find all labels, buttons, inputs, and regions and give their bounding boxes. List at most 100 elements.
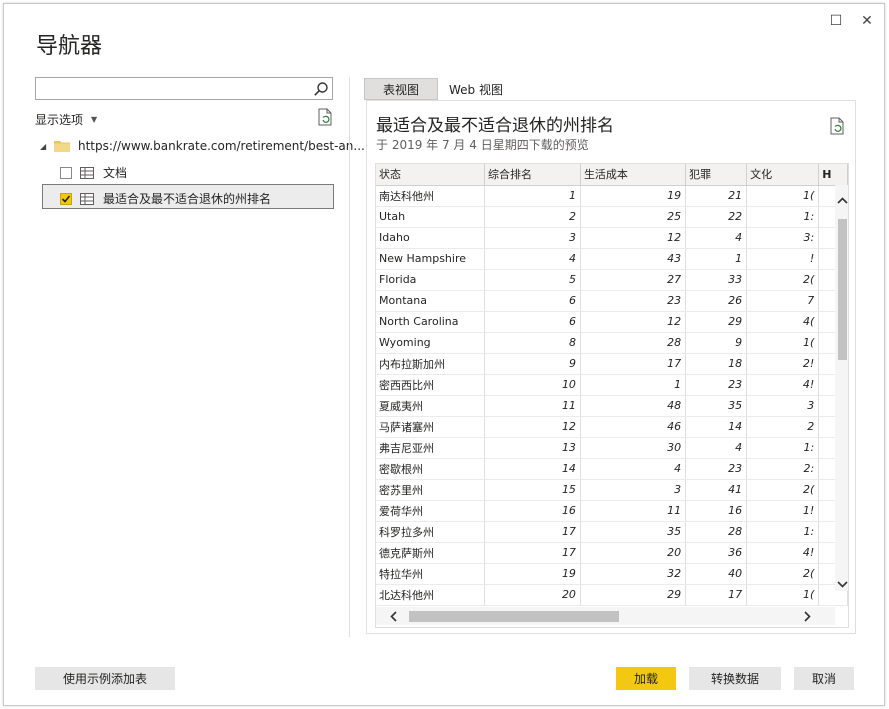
table-cell-value: 9 (685, 332, 748, 354)
horizontal-scrollbar[interactable] (376, 607, 835, 625)
scroll-left-icon[interactable] (386, 609, 400, 624)
table-cell-state: 弗吉尼亚州 (376, 437, 485, 459)
table-row[interactable]: 北达科他州 20 29 17 1( (376, 584, 848, 606)
tree-item-ranking-table[interactable]: 最适合及最不适合退休的州排名 (60, 190, 271, 207)
display-options-dropdown[interactable]: 显示选项 ▼ (35, 111, 97, 128)
table-cell-state: Idaho (376, 227, 485, 249)
search-icon[interactable] (313, 81, 329, 97)
table-row[interactable]: Utah 2 25 22 1: (376, 206, 848, 228)
table-cell-state: 北达科他州 (376, 584, 485, 606)
column-header[interactable]: 状态 (376, 164, 485, 186)
table-cell-state: 德克萨斯州 (376, 542, 485, 564)
tree-item-label: 最适合及最不适合退休的州排名 (103, 192, 272, 206)
data-grid[interactable]: 状态 综合排名 生活成本 犯罪 文化 H 南达科他州 1 19 21 1(Utah 2 25… (375, 163, 849, 628)
column-header[interactable]: 犯罪 (685, 164, 748, 186)
scroll-up-icon[interactable] (835, 193, 848, 207)
transform-data-button[interactable]: 转换数据 (689, 667, 781, 690)
table-cell-value: 1 (484, 185, 581, 207)
table-cell-value: 48 (580, 395, 687, 417)
folder-icon (54, 141, 70, 152)
tree-expander-icon[interactable]: ◢ (40, 142, 50, 151)
tree-root-label: https://www.bankrate.com/retirement/best… (78, 139, 365, 153)
table-row[interactable]: 南达科他州 1 19 21 1( (376, 185, 848, 207)
table-cell-state: 爱荷华州 (376, 500, 485, 522)
table-cell-state: Wyoming (376, 332, 485, 354)
column-header[interactable]: H (818, 164, 848, 186)
column-header[interactable]: 综合排名 (484, 164, 581, 186)
table-cell-value: 20 (484, 584, 581, 606)
navigator-dialog: 导航器 ☐ ✕ 显示选项 ▼ ◢ https://www.bankrate.co… (3, 3, 885, 706)
document-checkbox[interactable] (60, 166, 72, 179)
maximize-button[interactable]: ☐ (826, 11, 846, 31)
table-row[interactable]: 弗吉尼亚州 13 30 4 1: (376, 437, 848, 459)
tree-root-node[interactable]: ◢ https://www.bankrate.com/retirement/be… (40, 139, 365, 153)
preview-panel: 最适合及最不适合退休的州排名 于 2019 年 7 月 4 日星期四下载的预览 … (366, 100, 856, 634)
table-cell-value: 28 (580, 332, 687, 354)
table-cell-value: 15 (484, 479, 581, 501)
table-cell-state: Florida (376, 269, 485, 291)
search-input[interactable] (36, 78, 306, 99)
table-row[interactable]: Florida 5 27 33 2( (376, 269, 848, 291)
column-header[interactable]: 文化 (746, 164, 820, 186)
table-row[interactable]: Wyoming 8 28 9 1( (376, 332, 848, 354)
table-row[interactable]: New Hampshire 4 43 1! (376, 248, 848, 270)
tab-table-view[interactable]: 表视图 (364, 78, 438, 100)
table-cell-state: North Carolina (376, 311, 485, 333)
load-button[interactable]: 加载 (616, 667, 676, 690)
add-table-using-examples-button[interactable]: 使用示例添加表 (35, 667, 175, 690)
search-field[interactable] (35, 77, 333, 100)
table-cell-value: 9 (484, 353, 581, 375)
table-row[interactable]: Idaho 3 12 4 3: (376, 227, 848, 249)
column-header[interactable]: 生活成本 (580, 164, 687, 186)
scroll-right-icon[interactable] (800, 609, 814, 624)
ranking-table-checkbox[interactable] (60, 192, 72, 205)
table-cell-value: ! (746, 248, 820, 270)
table-cell-value: 16 (484, 500, 581, 522)
table-cell-value: 40 (685, 563, 748, 585)
table-cell-value: 12 (580, 227, 687, 249)
table-row[interactable]: Montana 6 23 26 7 (376, 290, 848, 312)
table-row[interactable]: 科罗拉多州 17 35 28 1: (376, 521, 848, 543)
table-cell-value: 12 (484, 416, 581, 438)
table-cell-value: 28 (685, 521, 748, 543)
table-cell-value: 3: (746, 227, 820, 249)
table-cell-value: 17 (484, 521, 581, 543)
table-cell-value: 19 (580, 185, 687, 207)
close-button[interactable]: ✕ (857, 11, 877, 31)
scroll-down-icon[interactable] (835, 577, 848, 591)
table-row[interactable]: 爱荷华州 16 11 16 1! (376, 500, 848, 522)
table-cell-value: 11 (484, 395, 581, 417)
table-cell-value: 1 (685, 248, 748, 270)
table-row[interactable]: 夏威夷州 11 48 35 3 (376, 395, 848, 417)
table-row[interactable]: 密苏里州 15 3 41 2( (376, 479, 848, 501)
table-row[interactable]: 马萨诸塞州 12 46 14 2 (376, 416, 848, 438)
data-table: 状态 综合排名 生活成本 犯罪 文化 H 南达科他州 1 19 21 1(Utah 2 25… (376, 164, 848, 606)
horizontal-scroll-thumb[interactable] (409, 611, 619, 622)
table-row[interactable]: 特拉华州 19 32 40 2( (376, 563, 848, 585)
cancel-button[interactable]: 取消 (794, 667, 854, 690)
table-cell-state: 特拉华州 (376, 563, 485, 585)
table-cell-state: New Hampshire (376, 248, 485, 270)
table-row[interactable]: 内布拉斯加州 9 17 18 2! (376, 353, 848, 375)
tab-web-view[interactable]: Web 视图 (440, 78, 512, 100)
checkmark-icon (61, 194, 71, 203)
table-cell-state: 密西西比州 (376, 374, 485, 396)
vertical-scrollbar[interactable] (835, 185, 848, 591)
table-cell-value: 17 (484, 542, 581, 564)
table-cell-value: 25 (580, 206, 687, 228)
table-cell-value: 29 (685, 311, 748, 333)
refresh-icon[interactable] (317, 108, 333, 126)
table-icon (80, 166, 94, 179)
table-row[interactable]: North Carolina 6 12 29 4( (376, 311, 848, 333)
table-cell-value: 23 (685, 458, 748, 480)
table-cell-value: 2( (746, 269, 820, 291)
table-row[interactable]: 密歇根州 14 4 23 2: (376, 458, 848, 480)
table-row[interactable]: 德克萨斯州 17 20 36 4! (376, 542, 848, 564)
tree-item-document[interactable]: 文档 (60, 164, 127, 181)
refresh-icon[interactable] (829, 117, 845, 135)
tree-item-label: 文档 (103, 166, 128, 180)
vertical-scroll-thumb[interactable] (838, 219, 847, 360)
table-cell-value: 13 (484, 437, 581, 459)
table-row[interactable]: 密西西比州 10 1 23 4! (376, 374, 848, 396)
chevron-down-icon: ▼ (91, 115, 98, 124)
